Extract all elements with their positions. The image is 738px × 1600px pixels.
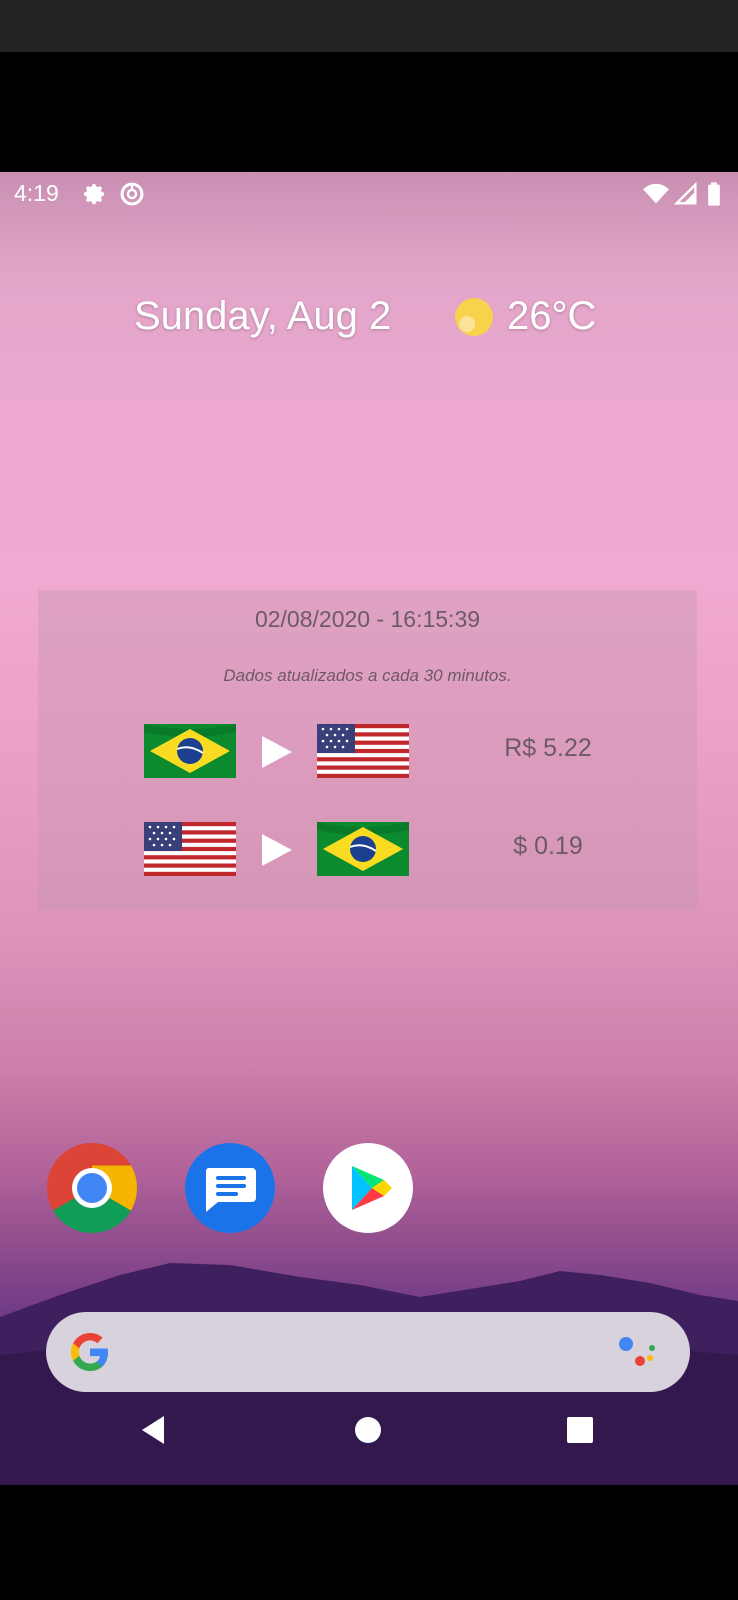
status-time: 4:19 <box>14 180 59 206</box>
arrow-right-icon <box>262 834 292 866</box>
top-black-bar <box>0 0 738 52</box>
gear-icon <box>83 184 105 205</box>
brazil-flag-icon <box>317 822 409 876</box>
sun-icon <box>455 298 493 336</box>
back-button[interactable] <box>136 1412 172 1448</box>
google-search-bar[interactable] <box>46 1312 690 1392</box>
chrome-icon[interactable] <box>46 1142 138 1234</box>
rate-usd-brl: $ 0.19 <box>513 832 583 860</box>
arrow-right-icon <box>262 736 292 768</box>
at-a-glance[interactable]: Sunday, Aug 2 26°C <box>0 286 738 346</box>
rate-brl-usd: R$ 5.22 <box>504 734 592 762</box>
currency-widget[interactable]: 02/08/2020 - 16:15:39 Dados atualizados … <box>38 590 697 910</box>
usa-flag-icon <box>317 724 409 778</box>
widget-update-note: Dados atualizados a cada 30 minutos. <box>223 666 512 685</box>
wifi-icon <box>643 183 669 204</box>
recents-button[interactable] <box>562 1412 598 1448</box>
messages-icon[interactable] <box>184 1142 276 1234</box>
assistant-icon[interactable] <box>616 1332 660 1372</box>
status-bar: 4:19 <box>0 172 738 214</box>
data-saver-icon <box>120 182 144 206</box>
conversion-row-usd-brl[interactable]: $ 0.19 <box>38 816 697 876</box>
brazil-flag-icon <box>144 724 236 778</box>
play-store-icon[interactable] <box>322 1142 414 1234</box>
date-label[interactable]: Sunday, Aug 2 <box>134 294 391 339</box>
temperature-label[interactable]: 26°C <box>507 294 596 339</box>
home-screen: 4:19 Sunday, Aug 2 26°C 02/08/2020 - 16:… <box>0 172 738 1485</box>
home-button[interactable] <box>350 1412 386 1448</box>
google-g-icon <box>70 1333 108 1371</box>
usa-flag-icon <box>144 822 236 876</box>
battery-icon <box>708 182 720 206</box>
conversion-row-brl-usd[interactable]: R$ 5.22 <box>38 718 697 778</box>
widget-timestamp: 02/08/2020 - 16:15:39 <box>254 606 481 632</box>
signal-icon <box>673 181 697 205</box>
